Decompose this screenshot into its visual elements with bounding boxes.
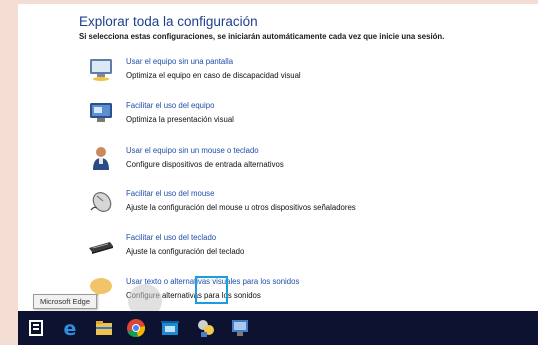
option-link[interactable]: Usar el equipo sin un mouse o teclado: [126, 146, 259, 155]
option-easier-keyboard[interactable]: Facilitar el uso del teclado Ajuste la c…: [88, 232, 508, 272]
option-no-display[interactable]: Usar el equipo sin una pantalla Optimiza…: [88, 56, 508, 96]
option-description: Configure dispositivos de entrada altern…: [126, 160, 284, 169]
task-view-icon[interactable]: [24, 316, 48, 340]
person-icon: [93, 147, 109, 170]
page-subtitle: Si selecciona estas configuraciones, se …: [79, 32, 445, 41]
mouse-icon: [90, 192, 112, 212]
keyboard-icon: [89, 242, 113, 254]
ease-of-access-panel: Explorar toda la configuración Si selecc…: [18, 4, 538, 311]
taskbar-tooltip: Microsoft Edge: [33, 294, 98, 309]
page-title: Explorar toda la configuración: [79, 14, 258, 29]
option-easier-to-see[interactable]: Facilitar el uso del equipo Optimiza la …: [88, 100, 508, 140]
option-link[interactable]: Usar el equipo sin una pantalla: [126, 57, 233, 66]
option-link[interactable]: Facilitar el uso del teclado: [126, 233, 216, 242]
store-icon[interactable]: [158, 316, 182, 340]
monitor-icon: [90, 59, 112, 81]
taskbar: e: [18, 311, 538, 345]
display-icon: [90, 103, 112, 122]
option-link[interactable]: Facilitar el uso del mouse: [126, 189, 214, 198]
option-description: Optimiza la presentación visual: [126, 115, 234, 124]
network-icon[interactable]: [194, 316, 218, 340]
chrome-icon[interactable]: [124, 316, 148, 340]
option-easier-mouse[interactable]: Facilitar el uso del mouse Ajuste la con…: [88, 188, 508, 228]
option-description: Ajuste la configuración del teclado: [126, 247, 245, 256]
edge-icon[interactable]: e: [58, 316, 82, 340]
option-link[interactable]: Facilitar el uso del equipo: [126, 101, 214, 110]
click-highlight-box: [195, 276, 228, 304]
option-description: Ajuste la configuración del mouse u otro…: [126, 203, 356, 212]
file-explorer-icon[interactable]: [92, 316, 116, 340]
option-description: Optimiza el equipo en caso de discapacid…: [126, 71, 301, 80]
option-no-mouse-keyboard[interactable]: Usar el equipo sin un mouse o teclado Co…: [88, 145, 508, 185]
svg-text:e: e: [64, 318, 77, 340]
control-panel-icon[interactable]: [228, 316, 252, 340]
